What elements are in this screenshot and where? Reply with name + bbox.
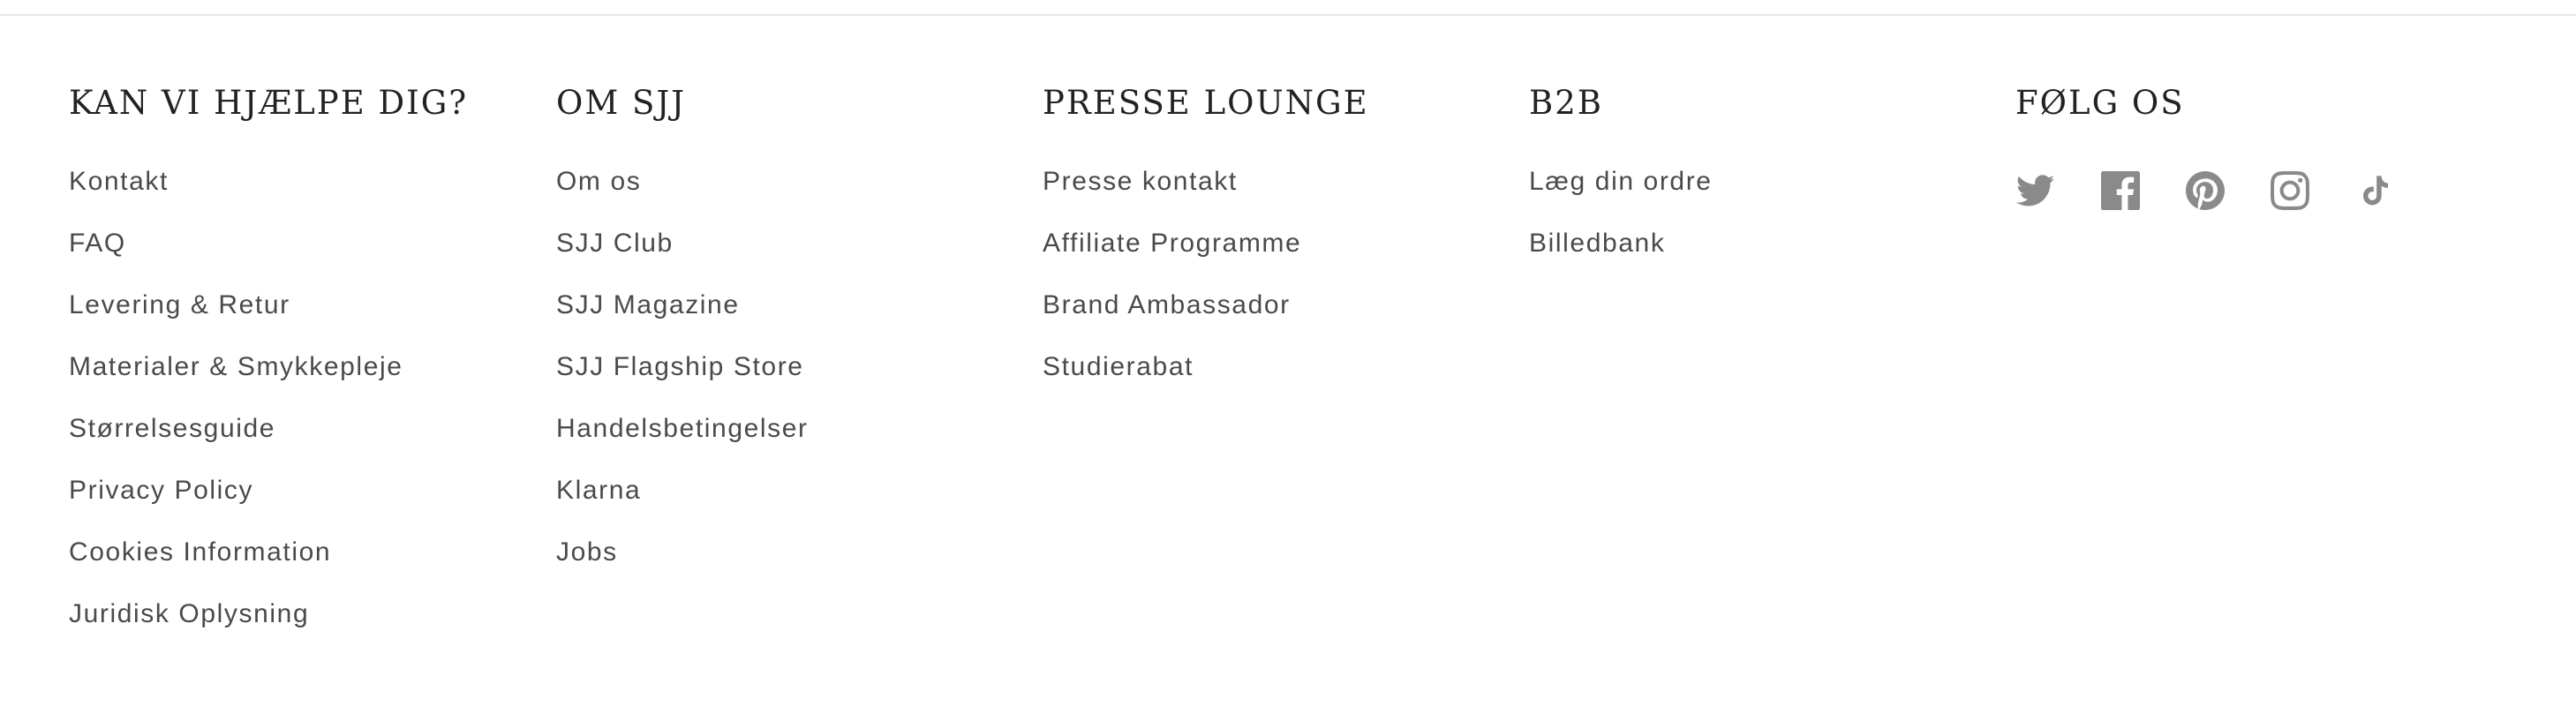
list-item: Handelsbetingelser <box>556 413 809 475</box>
list-item: Jobs <box>556 537 809 598</box>
link-sjj-magazine[interactable]: SJJ Magazine <box>556 290 740 319</box>
link-laeg-din-ordre[interactable]: Læg din ordre <box>1529 167 1713 196</box>
list-item: SJJ Club <box>556 228 809 289</box>
twitter-link[interactable] <box>2015 170 2056 211</box>
list-item: FAQ <box>69 228 468 289</box>
link-presse-kontakt[interactable]: Presse kontakt <box>1043 167 1238 196</box>
footer-column-b2b: B2B Læg din ordre Billedbank <box>1529 81 1713 289</box>
link-storrelsesguide[interactable]: Størrelsesguide <box>69 414 275 443</box>
link-list-help: Kontakt FAQ Levering & Retur Materialer … <box>69 166 468 660</box>
link-cookies-information[interactable]: Cookies Information <box>69 537 331 567</box>
list-item: Juridisk Oplysning <box>69 598 468 660</box>
list-item: Om os <box>556 166 809 228</box>
list-item: SJJ Flagship Store <box>556 351 809 413</box>
footer-column-about: OM SJJ Om os SJJ Club SJJ Magazine SJJ F… <box>556 81 809 598</box>
pinterest-icon <box>2186 171 2225 210</box>
list-item: Klarna <box>556 475 809 537</box>
column-heading-press: PRESSE LOUNGE <box>1043 84 1369 122</box>
pinterest-link[interactable] <box>2185 170 2226 211</box>
list-item: SJJ Magazine <box>556 289 809 351</box>
link-faq[interactable]: FAQ <box>69 229 126 258</box>
list-item: Presse kontakt <box>1043 166 1369 228</box>
link-sjj-club[interactable]: SJJ Club <box>556 229 674 258</box>
list-item: Brand Ambassador <box>1043 289 1369 351</box>
link-brand-ambassador[interactable]: Brand Ambassador <box>1043 290 1291 319</box>
footer-column-follow: FØLG OS <box>2015 81 2439 212</box>
link-levering-retur[interactable]: Levering & Retur <box>69 290 290 319</box>
link-handelsbetingelser[interactable]: Handelsbetingelser <box>556 414 809 443</box>
list-item: Læg din ordre <box>1529 166 1713 228</box>
link-sjj-flagship-store[interactable]: SJJ Flagship Store <box>556 352 804 381</box>
twitter-icon <box>2016 175 2055 207</box>
instagram-link[interactable] <box>2270 170 2310 211</box>
link-juridisk-oplysning[interactable]: Juridisk Oplysning <box>69 599 309 628</box>
list-item: Studierabat <box>1043 351 1369 413</box>
list-item: Materialer & Smykkepleje <box>69 351 468 413</box>
facebook-link[interactable] <box>2100 170 2141 211</box>
list-item: Affiliate Programme <box>1043 228 1369 289</box>
column-heading-about: OM SJJ <box>556 84 686 122</box>
list-item: Billedbank <box>1529 228 1713 289</box>
link-billedbank[interactable]: Billedbank <box>1529 229 1665 258</box>
list-item: Kontakt <box>69 166 468 228</box>
social-links <box>2015 169 2439 212</box>
link-kontakt[interactable]: Kontakt <box>69 167 169 196</box>
link-studierabat[interactable]: Studierabat <box>1043 352 1194 381</box>
list-item: Cookies Information <box>69 537 468 598</box>
list-item: Størrelsesguide <box>69 413 468 475</box>
link-list-b2b: Læg din ordre Billedbank <box>1529 166 1713 289</box>
tiktok-link[interactable] <box>2354 170 2395 211</box>
column-heading-b2b: B2B <box>1529 84 1603 122</box>
link-materialer-smykkepleje[interactable]: Materialer & Smykkepleje <box>69 352 403 381</box>
facebook-icon <box>2101 171 2140 210</box>
column-heading-help: KAN VI HJÆLPE DIG? <box>69 84 469 122</box>
link-list-about: Om os SJJ Club SJJ Magazine SJJ Flagship… <box>556 166 809 598</box>
footer-column-press: PRESSE LOUNGE Presse kontakt Affiliate P… <box>1043 81 1369 413</box>
column-heading-follow: FØLG OS <box>2015 84 2185 122</box>
link-privacy-policy[interactable]: Privacy Policy <box>69 476 253 505</box>
tiktok-icon <box>2363 176 2388 206</box>
list-item: Privacy Policy <box>69 475 468 537</box>
list-item: Levering & Retur <box>69 289 468 351</box>
instagram-icon <box>2271 171 2309 210</box>
footer-column-help: KAN VI HJÆLPE DIG? Kontakt FAQ Levering … <box>69 81 468 660</box>
link-affiliate-programme[interactable]: Affiliate Programme <box>1043 229 1301 258</box>
link-list-press: Presse kontakt Affiliate Programme Brand… <box>1043 166 1369 413</box>
site-footer: KAN VI HJÆLPE DIG? Kontakt FAQ Levering … <box>0 0 2576 706</box>
link-jobs[interactable]: Jobs <box>556 537 618 567</box>
link-klarna[interactable]: Klarna <box>556 476 641 505</box>
link-om-os[interactable]: Om os <box>556 167 641 196</box>
